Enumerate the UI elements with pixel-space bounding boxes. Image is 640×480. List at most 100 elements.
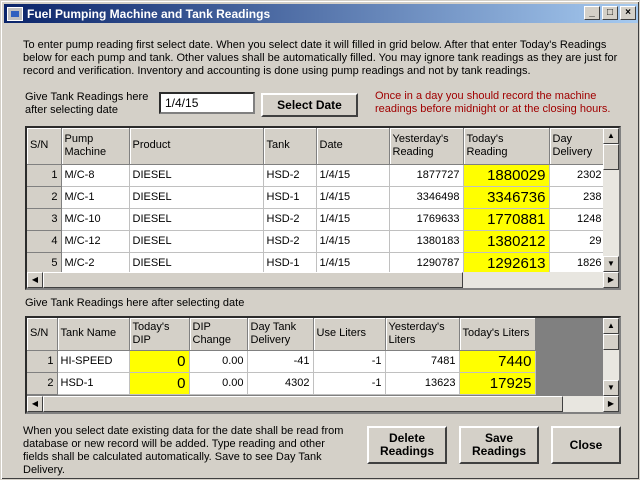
pump-vertical-scrollbar[interactable]: ▲ ▼	[603, 128, 619, 272]
date-input[interactable]: 1/4/15	[159, 92, 255, 114]
table-cell[interactable]: 4302	[247, 372, 314, 395]
table-cell[interactable]: 1290787	[389, 252, 464, 275]
scroll-down-icon[interactable]: ▼	[603, 256, 619, 272]
tank-vertical-scrollbar[interactable]: ▲ ▼	[603, 318, 619, 396]
table-cell[interactable]: 1769633	[389, 208, 464, 231]
pump-header[interactable]: Today's Reading	[463, 128, 550, 165]
table-cell[interactable]: 2302	[549, 164, 606, 187]
tank-header[interactable]: Tank Name	[57, 318, 130, 351]
table-cell[interactable]: 3346736	[463, 186, 550, 209]
table-cell[interactable]: 1380212	[463, 230, 550, 253]
table-row[interactable]: 1 M/C-8 DIESEL HSD-2 1/4/15 1877727 1880029 230…	[27, 164, 606, 187]
scroll-left-icon[interactable]: ◀	[27, 272, 43, 288]
scroll-thumb[interactable]	[603, 144, 619, 170]
table-cell[interactable]: HSD-1	[263, 186, 317, 209]
table-cell[interactable]: 0.00	[189, 372, 248, 395]
pump-grid[interactable]: S/N Pump Machine Product Tank Date Yesterday'…	[25, 126, 621, 290]
table-cell[interactable]: 3346498	[389, 186, 464, 209]
table-row[interactable]: 1 HI-SPEED 0 0.00 -41 -1 7481 7440	[27, 350, 536, 373]
table-cell[interactable]: M/C-10	[61, 208, 130, 231]
scroll-right-icon[interactable]: ▶	[603, 396, 619, 412]
minimize-button[interactable]: _	[584, 6, 600, 20]
table-cell[interactable]: 1880029	[463, 164, 550, 187]
table-cell[interactable]: DIESEL	[129, 230, 264, 253]
maximize-button[interactable]: □	[602, 6, 618, 20]
delete-readings-button[interactable]: Delete Readings	[367, 426, 447, 464]
table-cell[interactable]: 1770881	[463, 208, 550, 231]
tank-horizontal-scrollbar[interactable]: ◀ ▶	[27, 396, 619, 412]
tank-header[interactable]: Day Tank Delivery	[247, 318, 314, 351]
close-button[interactable]: Close	[551, 426, 621, 464]
tank-header[interactable]: Today's Liters	[459, 318, 536, 351]
tank-header[interactable]: Use Liters	[313, 318, 386, 351]
table-cell[interactable]: 1877727	[389, 164, 464, 187]
table-cell[interactable]: 13623	[385, 372, 460, 395]
table-cell[interactable]: 1/4/15	[316, 208, 390, 231]
pump-header[interactable]: Yesterday's Reading	[389, 128, 464, 165]
pump-horizontal-scrollbar[interactable]: ◀ ▶	[27, 272, 619, 288]
table-cell[interactable]: -41	[247, 350, 314, 373]
scroll-right-icon[interactable]: ▶	[603, 272, 619, 288]
table-cell[interactable]: -1	[313, 372, 386, 395]
table-cell[interactable]: 1248	[549, 208, 606, 231]
table-cell[interactable]: 1/4/15	[316, 230, 390, 253]
scroll-up-icon[interactable]: ▲	[603, 128, 619, 144]
tank-header[interactable]: S/N	[27, 318, 58, 351]
table-cell[interactable]: HSD-2	[263, 230, 317, 253]
table-cell[interactable]: M/C-8	[61, 164, 130, 187]
pump-header[interactable]: Product	[129, 128, 264, 165]
table-cell[interactable]: DIESEL	[129, 164, 264, 187]
table-cell[interactable]: M/C-12	[61, 230, 130, 253]
row-number: 3	[27, 208, 62, 231]
table-cell[interactable]: 0	[129, 372, 190, 395]
tank-header[interactable]: Yesterday's Liters	[385, 318, 460, 351]
table-cell[interactable]: 1380183	[389, 230, 464, 253]
table-cell[interactable]: HI-SPEED	[57, 350, 130, 373]
scroll-thumb[interactable]	[43, 272, 463, 288]
table-cell[interactable]: 7440	[459, 350, 536, 373]
scroll-left-icon[interactable]: ◀	[27, 396, 43, 412]
table-cell[interactable]: 0	[129, 350, 190, 373]
title-bar: Fuel Pumping Machine and Tank Readings _…	[4, 4, 638, 23]
table-cell[interactable]: 1/4/15	[316, 164, 390, 187]
tank-grid[interactable]: S/N Tank Name Today's DIP DIP Change Day Tan…	[25, 316, 621, 414]
pump-header[interactable]: Day Delivery	[549, 128, 606, 165]
scroll-up-icon[interactable]: ▲	[603, 318, 619, 334]
table-row[interactable]: 2 M/C-1 DIESEL HSD-1 1/4/15 3346498 3346736 238	[27, 186, 606, 209]
table-cell[interactable]: 0.00	[189, 350, 248, 373]
table-cell[interactable]: M/C-1	[61, 186, 130, 209]
pump-header[interactable]: S/N	[27, 128, 62, 165]
table-cell[interactable]: 1/4/15	[316, 186, 390, 209]
table-cell[interactable]: 17925	[459, 372, 536, 395]
scroll-thumb[interactable]	[603, 334, 619, 350]
table-cell[interactable]: DIESEL	[129, 208, 264, 231]
pump-header[interactable]: Tank	[263, 128, 317, 165]
table-cell[interactable]: HSD-2	[263, 208, 317, 231]
tank-header[interactable]: DIP Change	[189, 318, 248, 351]
pump-header[interactable]: Pump Machine	[61, 128, 130, 165]
table-cell[interactable]: 29	[549, 230, 606, 253]
table-row[interactable]: 5 M/C-2 DIESEL HSD-1 1/4/15 1290787 1292613 182…	[27, 252, 606, 275]
scroll-thumb[interactable]	[43, 396, 563, 412]
table-cell[interactable]: HSD-1	[57, 372, 130, 395]
table-cell[interactable]: 238	[549, 186, 606, 209]
tank-header[interactable]: Today's DIP	[129, 318, 190, 351]
table-cell[interactable]: HSD-1	[263, 252, 317, 275]
save-readings-button[interactable]: Save Readings	[459, 426, 539, 464]
table-cell[interactable]: 1292613	[463, 252, 550, 275]
table-row[interactable]: 3 M/C-10 DIESEL HSD-2 1/4/15 1769633 1770881 12…	[27, 208, 606, 231]
table-cell[interactable]: DIESEL	[129, 186, 264, 209]
table-cell[interactable]: HSD-2	[263, 164, 317, 187]
table-cell[interactable]: M/C-2	[61, 252, 130, 275]
table-cell[interactable]: 1826	[549, 252, 606, 275]
scroll-down-icon[interactable]: ▼	[603, 380, 619, 396]
table-cell[interactable]: 1/4/15	[316, 252, 390, 275]
table-cell[interactable]: -1	[313, 350, 386, 373]
table-row[interactable]: 4 M/C-12 DIESEL HSD-2 1/4/15 1380183 1380212 29	[27, 230, 606, 253]
close-window-button[interactable]: ×	[620, 6, 636, 20]
select-date-button[interactable]: Select Date	[261, 93, 358, 117]
table-cell[interactable]: DIESEL	[129, 252, 264, 275]
table-row[interactable]: 2 HSD-1 0 0.00 4302 -1 13623 17925	[27, 372, 536, 395]
pump-header[interactable]: Date	[316, 128, 390, 165]
table-cell[interactable]: 7481	[385, 350, 460, 373]
